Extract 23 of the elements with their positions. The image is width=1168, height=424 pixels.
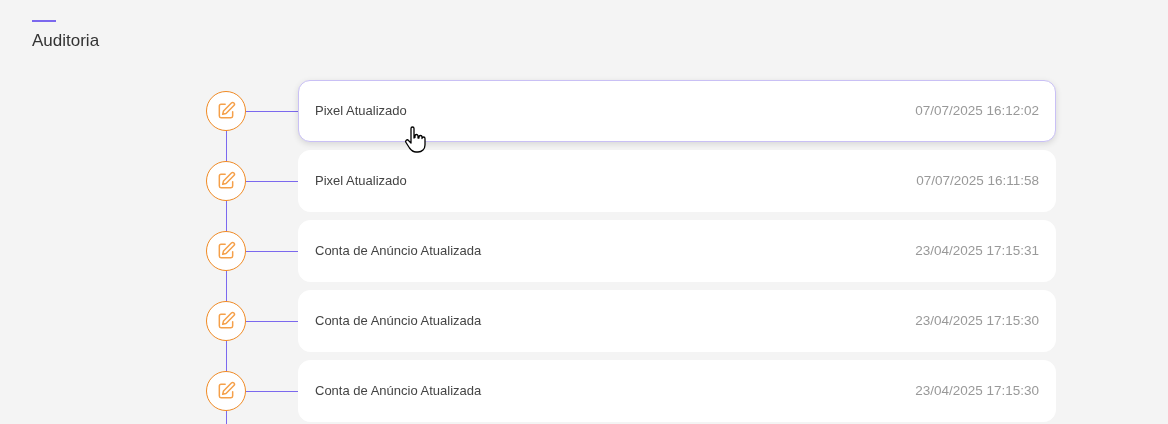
audit-action: Pixel Atualizado <box>315 172 407 191</box>
edit-icon <box>216 101 236 121</box>
page-title: Auditoria <box>32 30 101 52</box>
hand-cursor-icon <box>404 126 426 154</box>
audit-action: Pixel Atualizado <box>315 102 407 121</box>
audit-action: Conta de Anúncio Atualizada <box>315 312 482 331</box>
edit-icon <box>216 171 236 191</box>
audit-timestamp: 23/04/2025 17:15:31 <box>915 241 1039 260</box>
audit-timestamp: 07/07/2025 16:12:02 <box>915 101 1039 120</box>
accent-bar <box>32 20 56 22</box>
audit-entry-card[interactable]: Conta de Anúncio Atualizada 23/04/2025 17:15:30 <box>298 290 1056 352</box>
audit-entry-card[interactable]: Pixel Atualizado 07/07/2025 16:11:58 <box>298 150 1056 212</box>
audit-entry-card[interactable]: Pixel Atualizado 07/07/2025 16:12:02 <box>298 80 1056 142</box>
edit-icon <box>216 381 236 401</box>
edit-icon <box>216 241 236 261</box>
edit-icon <box>216 311 236 331</box>
audit-action: Conta de Anúncio Atualizada <box>315 242 482 261</box>
audit-timestamp: 23/04/2025 17:15:30 <box>915 381 1039 400</box>
audit-timestamp: 23/04/2025 17:15:30 <box>915 311 1039 330</box>
audit-entry-card[interactable]: Conta de Anúncio Atualizada 23/04/2025 17:15:31 <box>298 220 1056 282</box>
audit-action: Conta de Anúncio Atualizada <box>315 382 482 401</box>
audit-entry-card[interactable]: Conta de Anúncio Atualizada 23/04/2025 17:15:30 <box>298 360 1056 422</box>
audit-timestamp: 07/07/2025 16:11:58 <box>916 171 1039 190</box>
